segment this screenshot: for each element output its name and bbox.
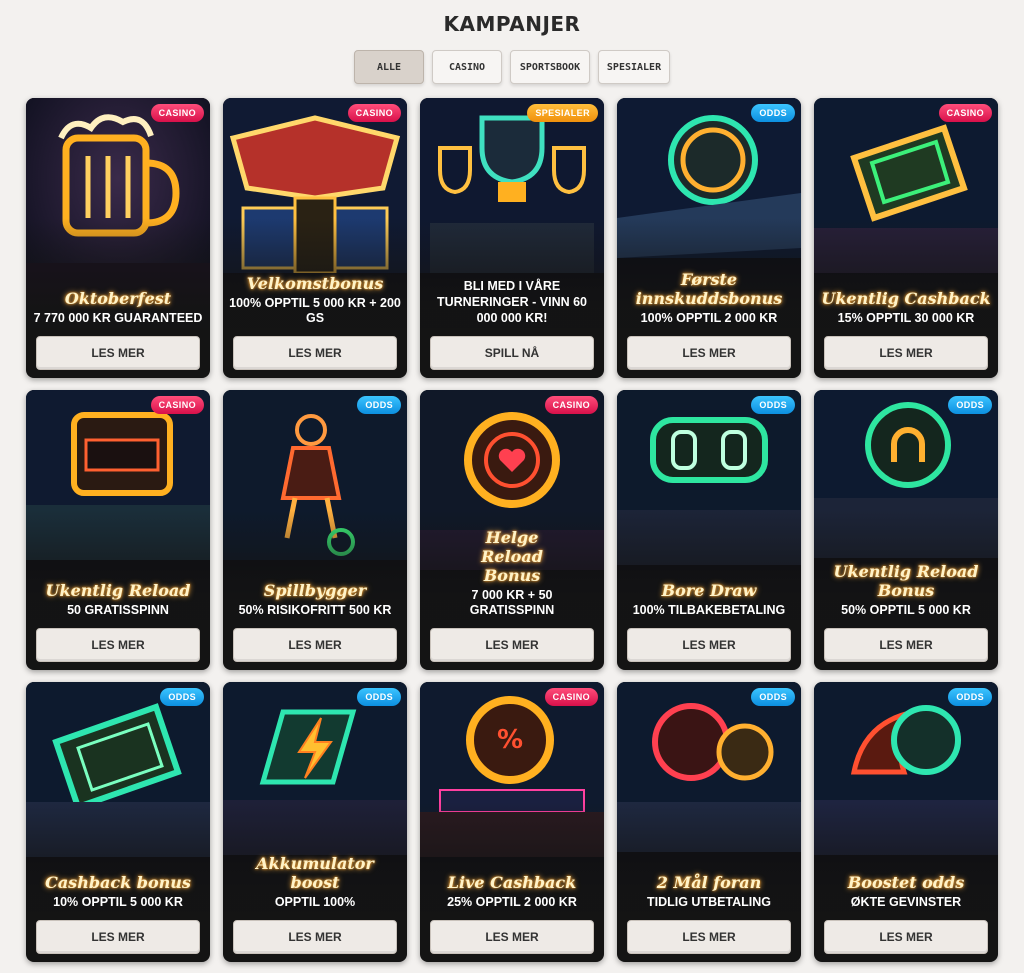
promo-text: Spillbygger 50% RISIKOFRITT 500 KR [229, 581, 401, 618]
promo-title: Live Cashback [447, 873, 577, 892]
category-badge: CASINO [938, 104, 992, 122]
promo-subtitle: 50 GRATISSPINN [67, 603, 169, 617]
promo-card[interactable]: ODDS Boostet odds ØKTE GEVINSTER LES MER [814, 682, 998, 962]
promo-text: Cashback bonus 10% OPPTIL 5 000 KR [32, 873, 204, 910]
category-badge: SPESIALER [527, 104, 598, 122]
promo-subtitle: 100% OPPTIL 5 000 KR + 200 GS [229, 296, 401, 325]
promo-card[interactable]: CASINO Ukentlig Cashback 15% OPPTIL 30 0… [814, 98, 998, 378]
promo-text: Første innskuddsbonus 100% OPPTIL 2 000 … [623, 270, 795, 326]
promo-subtitle: 50% RISIKOFRITT 500 KR [238, 603, 392, 617]
category-badge: CASINO [347, 104, 401, 122]
promo-text: Ukentlig Reload Bonus 50% OPPTIL 5 000 K… [820, 562, 992, 618]
promo-subtitle: BLI MED I VÅRE TURNERINGER - VINN 60 000… [436, 279, 588, 325]
promo-text: Bore Draw 100% TILBAKEBETALING [623, 581, 795, 618]
promo-title: Helge Reload Bonus [481, 528, 543, 585]
promo-subtitle: OPPTIL 100% [274, 895, 356, 909]
filter-tabs: ALLE CASINO SPORTSBOOK SPESIALER [0, 50, 1024, 84]
promo-title: Ukentlig Reload Bonus [833, 562, 979, 600]
read-more-button[interactable]: LES MER [627, 628, 791, 662]
promo-text: Ukentlig Cashback 15% OPPTIL 30 000 KR [820, 289, 992, 326]
promo-text: Akkumulator boost OPPTIL 100% [229, 854, 401, 910]
category-badge: ODDS [751, 104, 795, 122]
promo-card[interactable]: ODDS Akkumulator boost OPPTIL 100% LES M… [223, 682, 407, 962]
filter-tab-sportsbook[interactable]: SPORTSBOOK [510, 50, 590, 84]
read-more-button[interactable]: LES MER [36, 628, 200, 662]
promo-text: BLI MED I VÅRE TURNERINGER - VINN 60 000… [426, 278, 598, 326]
promo-title: Ukentlig Cashback [821, 289, 991, 308]
read-more-button[interactable]: LES MER [627, 920, 791, 954]
page-title: KAMPANJER [443, 12, 581, 36]
promo-text: Boostet odds ØKTE GEVINSTER [820, 873, 992, 910]
promo-subtitle: 100% OPPTIL 2 000 KR [640, 311, 778, 325]
read-more-button[interactable]: LES MER [233, 920, 397, 954]
promo-text: Oktoberfest 7 770 000 KR GUARANTEED [32, 289, 204, 326]
category-badge: ODDS [357, 396, 401, 414]
promo-subtitle: 15% OPPTIL 30 000 KR [837, 311, 975, 325]
promo-title: Boostet odds [847, 873, 965, 892]
promo-card[interactable]: ODDS Bore Draw 100% TILBAKEBETALING LES … [617, 390, 801, 670]
promo-subtitle: ØKTE GEVINSTER [850, 895, 962, 909]
category-badge: CASINO [150, 396, 204, 414]
promo-title: Første innskuddsbonus [635, 270, 783, 308]
play-now-button[interactable]: SPILL NÅ [430, 336, 594, 370]
promo-subtitle: 25% OPPTIL 2 000 KR [447, 895, 577, 909]
promo-title: 2 Mål foran [656, 873, 762, 892]
promo-text: 2 Mål foran TIDLIG UTBETALING [623, 873, 795, 910]
promo-title: Akkumulator boost [256, 854, 374, 892]
promo-card[interactable]: ODDS 2 Mål foran TIDLIG UTBETALING LES M… [617, 682, 801, 962]
category-badge: ODDS [751, 688, 795, 706]
promo-card[interactable]: CASINO Oktoberfest 7 770 000 KR GUARANTE… [26, 98, 210, 378]
svg-text:%: % [497, 725, 523, 755]
promo-card[interactable]: CASINO Ukentlig Reload 50 GRATISSPINN LE… [26, 390, 210, 670]
promo-title: Oktoberfest [64, 289, 172, 308]
read-more-button[interactable]: LES MER [627, 336, 791, 370]
promo-subtitle: 50% OPPTIL 5 000 KR [841, 603, 971, 617]
category-badge: CASINO [150, 104, 204, 122]
promo-card[interactable]: CASINO Helge Reload Bonus 7 000 KR + 50 … [420, 390, 604, 670]
filter-tab-spesialer[interactable]: SPESIALER [598, 50, 670, 84]
promo-subtitle: 7 000 KR + 50 GRATISSPINN [469, 588, 555, 617]
promo-title: Bore Draw [661, 581, 757, 600]
read-more-button[interactable]: LES MER [824, 920, 988, 954]
promo-title: Ukentlig Reload [45, 581, 191, 600]
promo-subtitle: 10% OPPTIL 5 000 KR [53, 895, 183, 909]
category-badge: ODDS [357, 688, 401, 706]
read-more-button[interactable]: LES MER [824, 336, 988, 370]
read-more-button[interactable]: LES MER [233, 628, 397, 662]
category-badge: ODDS [160, 688, 204, 706]
category-badge: CASINO [544, 688, 598, 706]
filter-tab-alle[interactable]: ALLE [354, 50, 424, 84]
promo-text: Helge Reload Bonus 7 000 KR + 50 GRATISS… [426, 528, 598, 618]
promo-subtitle: 100% TILBAKEBETALING [632, 603, 786, 617]
read-more-button[interactable]: LES MER [430, 920, 594, 954]
promo-card[interactable]: CASINO Velkomstbonus 100% OPPTIL 5 000 K… [223, 98, 407, 378]
promo-title: Cashback bonus [45, 873, 191, 892]
read-more-button[interactable]: LES MER [233, 336, 397, 370]
promo-text: Ukentlig Reload 50 GRATISSPINN [32, 581, 204, 618]
category-badge: CASINO [544, 396, 598, 414]
promo-card[interactable]: % CASINO Live Cashback 25% OPPTIL 2 000 … [420, 682, 604, 962]
promo-card[interactable]: ODDS Spillbygger 50% RISIKOFRITT 500 KR … [223, 390, 407, 670]
read-more-button[interactable]: LES MER [36, 336, 200, 370]
promo-card[interactable]: ODDS Ukentlig Reload Bonus 50% OPPTIL 5 … [814, 390, 998, 670]
filter-tab-casino[interactable]: CASINO [432, 50, 502, 84]
promo-card[interactable]: ODDS Første innskuddsbonus 100% OPPTIL 2… [617, 98, 801, 378]
promo-text: Velkomstbonus 100% OPPTIL 5 000 KR + 200… [229, 274, 401, 326]
promo-subtitle: TIDLIG UTBETALING [646, 895, 772, 909]
read-more-button[interactable]: LES MER [430, 628, 594, 662]
promotion-grid: CASINO Oktoberfest 7 770 000 KR GUARANTE… [26, 98, 998, 962]
category-badge: ODDS [751, 396, 795, 414]
read-more-button[interactable]: LES MER [36, 920, 200, 954]
category-badge: ODDS [948, 688, 992, 706]
promo-text: Live Cashback 25% OPPTIL 2 000 KR [426, 873, 598, 910]
promo-subtitle: 7 770 000 KR GUARANTEED [33, 311, 203, 325]
promo-card[interactable]: SPESIALER BLI MED I VÅRE TURNERINGER - V… [420, 98, 604, 378]
category-badge: ODDS [948, 396, 992, 414]
promo-title: Velkomstbonus [246, 274, 384, 293]
promo-card[interactable]: ODDS Cashback bonus 10% OPPTIL 5 000 KR … [26, 682, 210, 962]
read-more-button[interactable]: LES MER [824, 628, 988, 662]
promo-title: Spillbygger [263, 581, 367, 600]
